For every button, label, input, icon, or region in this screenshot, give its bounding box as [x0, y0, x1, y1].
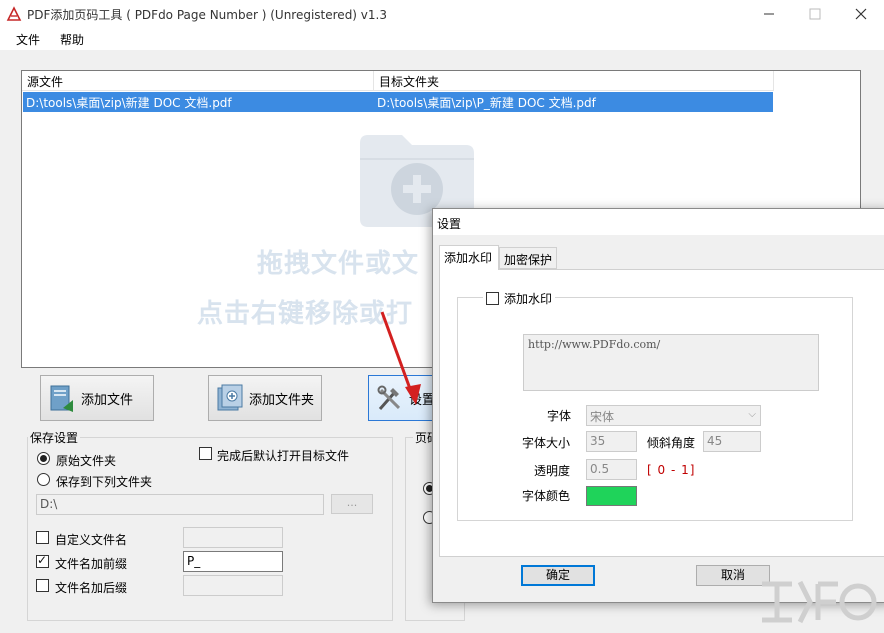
font-select[interactable]: 宋体 ⌵: [586, 405, 761, 426]
maximize-icon: [809, 8, 821, 20]
column-header-source[interactable]: 源文件: [22, 71, 374, 91]
minimize-icon: [764, 13, 774, 15]
open-after-label: 完成后默认打开目标文件: [217, 449, 350, 463]
font-size-label: 字体大小: [522, 436, 571, 450]
chevron-down-icon: ⌵: [748, 409, 756, 420]
save-to-folder-radio[interactable]: [37, 473, 50, 486]
app-pdf-icon: [6, 6, 22, 21]
menu-bar: 文件 帮助: [0, 28, 884, 50]
source-file-cell: D:\tools\桌面\zip\新建 DOC 文档.pdf: [26, 96, 232, 110]
tab-encryption[interactable]: 加密保护: [499, 247, 557, 269]
add-suffix-label: 文件名加后缀: [55, 581, 128, 595]
target-file-cell: D:\tools\桌面\zip\P_新建 DOC 文档.pdf: [377, 96, 596, 110]
suffix-input[interactable]: [183, 575, 283, 596]
maximize-button[interactable]: [792, 0, 838, 28]
watermark-text-input[interactable]: http://www.PDFdo.com/: [523, 334, 819, 391]
tools-icon: [377, 385, 401, 410]
add-suffix-checkbox[interactable]: [36, 579, 49, 592]
close-icon: [855, 8, 867, 20]
font-select-value: 宋体: [590, 410, 615, 424]
site-watermark-logo: [762, 580, 877, 624]
custom-name-checkbox[interactable]: [36, 531, 49, 544]
folder-path-input[interactable]: D:\: [36, 494, 324, 515]
column-header-target[interactable]: 目标文件夹: [374, 71, 774, 91]
add-file-button[interactable]: 添加文件: [40, 375, 154, 421]
add-watermark-header: 添加水印: [483, 290, 556, 307]
drag-hint-line1: 拖拽文件或文: [257, 249, 420, 279]
add-file-icon: [50, 385, 73, 412]
add-prefix-label: 文件名加前缀: [55, 557, 128, 571]
title-bar: PDF添加页码工具 ( PDFdo Page Number ) (Unregis…: [0, 0, 884, 28]
save-settings-title: 保存设置: [28, 429, 81, 446]
original-folder-label: 原始文件夹: [56, 454, 117, 468]
minimize-button[interactable]: [746, 0, 792, 28]
add-watermark-label: 添加水印: [504, 292, 553, 306]
add-prefix-checkbox[interactable]: [36, 553, 49, 568]
open-after-checkbox[interactable]: [199, 447, 212, 460]
opacity-input[interactable]: 0.5: [586, 459, 637, 480]
add-file-label: 添加文件: [81, 392, 134, 408]
settings-dialog: 设置 添加水印 加密保护 添加水印 http://www.PDFdo.com/ …: [432, 208, 884, 603]
browse-button[interactable]: ...: [331, 494, 373, 514]
angle-label: 倾斜角度: [647, 436, 696, 450]
close-button[interactable]: [838, 0, 884, 28]
font-size-input[interactable]: 35: [586, 431, 637, 452]
menu-file[interactable]: 文件: [16, 31, 40, 48]
dialog-title: 设置: [433, 209, 884, 235]
opacity-range-text: [ 0 - 1]: [647, 463, 696, 477]
custom-name-label: 自定义文件名: [55, 533, 128, 547]
original-folder-radio[interactable]: [37, 452, 50, 465]
window-title: PDF添加页码工具 ( PDFdo Page Number ) (Unregis…: [27, 8, 387, 22]
font-label: 字体: [547, 409, 572, 423]
menu-help[interactable]: 帮助: [60, 31, 84, 48]
add-watermark-checkbox[interactable]: [486, 292, 499, 305]
add-folder-button[interactable]: 添加文件夹: [208, 375, 322, 421]
font-color-swatch[interactable]: [586, 486, 637, 506]
tab-watermark[interactable]: 添加水印: [439, 245, 499, 270]
custom-name-input[interactable]: [183, 527, 283, 548]
add-folder-icon: [217, 384, 243, 411]
font-color-label: 字体颜色: [522, 489, 571, 503]
table-row[interactable]: D:\tools\桌面\zip\新建 DOC 文档.pdf D:\tools\桌…: [23, 92, 773, 112]
angle-input[interactable]: 45: [703, 431, 761, 452]
save-to-folder-label: 保存到下列文件夹: [56, 475, 153, 489]
ok-button[interactable]: 确定: [521, 565, 595, 586]
prefix-input[interactable]: P_: [183, 551, 283, 572]
add-folder-label: 添加文件夹: [249, 392, 315, 408]
opacity-label: 透明度: [534, 464, 571, 478]
drag-hint-line2: 点击右键移除或打: [197, 299, 414, 329]
settings-button[interactable]: 设置: [368, 375, 436, 421]
